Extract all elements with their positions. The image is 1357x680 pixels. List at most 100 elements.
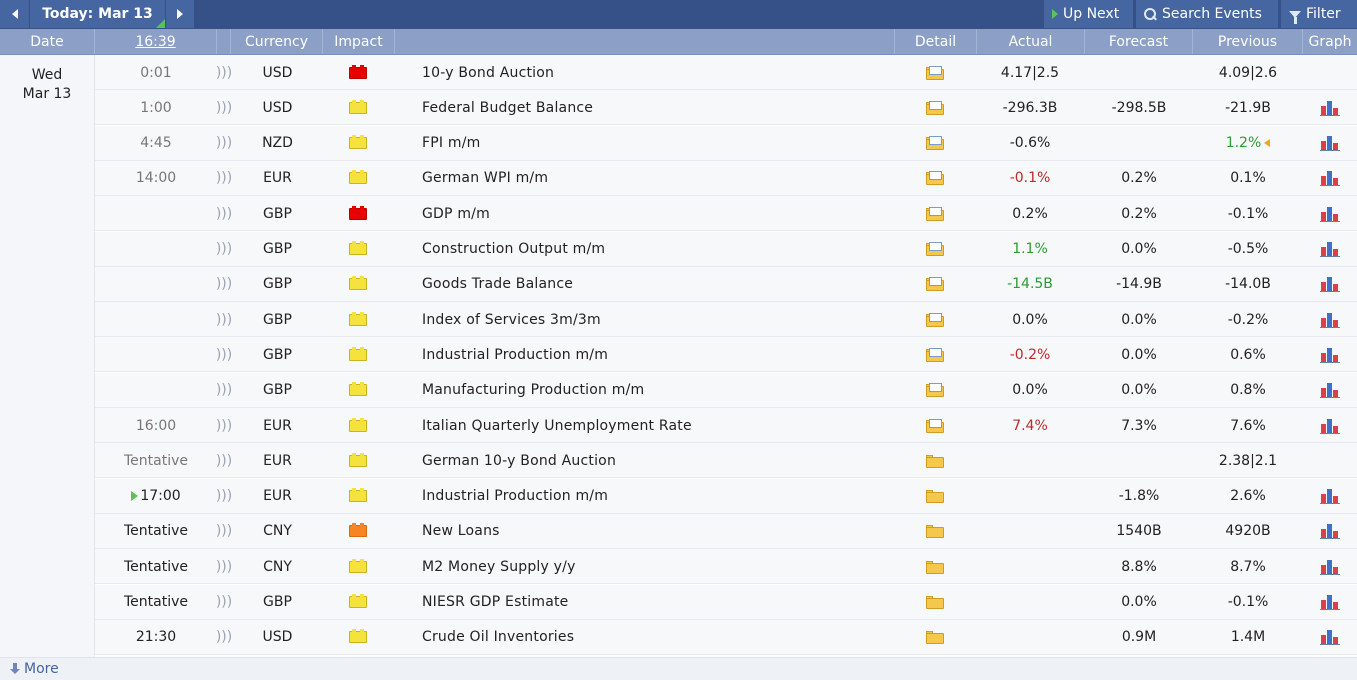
table-row[interactable]: 4:45))) NZD FPI m/m -0.6% 1.2% <box>95 125 1357 161</box>
table-row[interactable]: ))) GBP Manufacturing Production m/m 0.0% 0.… <box>95 372 1357 408</box>
event-name[interactable]: M2 Money Supply y/y <box>422 549 922 584</box>
bar-chart-icon[interactable] <box>1320 312 1340 328</box>
bar-chart-icon[interactable] <box>1320 559 1340 575</box>
event-graph[interactable] <box>1307 514 1353 549</box>
event-detail[interactable] <box>915 373 955 408</box>
bar-chart-icon[interactable] <box>1320 382 1340 399</box>
bar-chart-icon[interactable] <box>1320 629 1340 646</box>
search-events-button[interactable]: Search Events <box>1136 0 1278 28</box>
event-name[interactable]: German WPI m/m <box>422 161 922 196</box>
event-detail[interactable] <box>915 479 955 514</box>
event-graph[interactable] <box>1307 585 1353 620</box>
table-row[interactable]: 0:01))) USD 10-y Bond Auction 4.17|2.5 4.09|… <box>95 55 1357 90</box>
event-graph[interactable] <box>1307 302 1353 337</box>
event-detail[interactable] <box>915 232 955 267</box>
bar-chart-icon[interactable] <box>1320 347 1340 363</box>
event-name[interactable]: Industrial Production m/m <box>422 337 922 372</box>
table-row[interactable]: ))) GBP GDP m/m 0.2% 0.2% -0.1% <box>95 196 1357 232</box>
event-detail[interactable] <box>915 337 955 372</box>
folder-icon[interactable] <box>926 418 944 433</box>
sound-alert-icon[interactable]: ))) <box>216 267 232 302</box>
folder-icon[interactable] <box>926 560 944 574</box>
event-detail[interactable] <box>915 267 955 302</box>
event-graph[interactable] <box>1307 337 1353 372</box>
event-detail[interactable] <box>915 408 955 443</box>
event-name[interactable]: German 10-y Bond Auction <box>422 443 922 478</box>
folder-icon[interactable] <box>926 206 944 221</box>
filter-button[interactable]: Filter <box>1281 0 1357 28</box>
table-row[interactable]: Tentative))) EUR German 10-y Bond Auction 2… <box>95 443 1357 479</box>
folder-icon[interactable] <box>926 347 944 362</box>
folder-icon[interactable] <box>926 630 944 645</box>
table-row[interactable]: ))) GBP Index of Services 3m/3m 0.0% 0.0% -0.… <box>95 302 1357 338</box>
table-row[interactable]: 1:00))) USD Federal Budget Balance -296.3B -… <box>95 90 1357 126</box>
current-time-link[interactable]: 16:39 <box>135 34 175 50</box>
sound-alert-icon[interactable]: ))) <box>216 232 232 267</box>
folder-icon[interactable] <box>926 242 944 256</box>
event-name[interactable]: Construction Output m/m <box>422 232 922 267</box>
bar-chart-icon[interactable] <box>1320 241 1340 257</box>
event-detail[interactable] <box>915 302 955 337</box>
table-row[interactable]: 21:30))) USD Crude Oil Inventories 0.9M 1.4M <box>95 619 1357 655</box>
event-detail[interactable] <box>915 514 955 549</box>
bar-chart-icon[interactable] <box>1320 594 1340 610</box>
bar-chart-icon[interactable] <box>1320 170 1340 187</box>
next-day-button[interactable] <box>166 0 194 28</box>
bar-chart-icon[interactable] <box>1320 418 1340 434</box>
sound-alert-icon[interactable]: ))) <box>216 90 232 125</box>
sound-alert-icon[interactable]: ))) <box>216 55 232 90</box>
event-name[interactable]: Federal Budget Balance <box>422 90 922 125</box>
folder-icon[interactable] <box>926 136 944 151</box>
event-name[interactable]: NIESR GDP Estimate <box>422 585 922 620</box>
event-graph[interactable] <box>1307 196 1353 231</box>
sound-alert-icon[interactable]: ))) <box>216 373 232 408</box>
event-detail[interactable] <box>915 90 955 125</box>
event-name[interactable]: New Loans <box>422 514 922 549</box>
event-graph[interactable] <box>1307 549 1353 584</box>
table-row[interactable]: ))) GBP Construction Output m/m 1.1% 0.0% -0.… <box>95 231 1357 267</box>
table-row[interactable]: ))) GBP Goods Trade Balance -14.5B -14.9B -14… <box>95 266 1357 302</box>
bar-chart-icon[interactable] <box>1320 488 1340 505</box>
folder-icon[interactable] <box>926 277 944 292</box>
event-name[interactable]: Goods Trade Balance <box>422 267 922 302</box>
sound-alert-icon[interactable]: ))) <box>216 549 232 584</box>
folder-icon[interactable] <box>926 489 944 504</box>
table-row[interactable]: 17:00))) EUR Industrial Production m/m -1.8… <box>95 478 1357 514</box>
table-row[interactable]: Tentative))) CNY New Loans 1540B 4920B <box>95 513 1357 549</box>
sound-alert-icon[interactable]: ))) <box>216 196 232 231</box>
more-link[interactable]: More <box>10 661 59 677</box>
bar-chart-icon[interactable] <box>1320 206 1340 222</box>
up-next-button[interactable]: Up Next <box>1044 0 1133 28</box>
event-detail[interactable] <box>915 620 955 655</box>
bar-chart-icon[interactable] <box>1320 135 1340 152</box>
table-row[interactable]: Tentative))) GBP NIESR GDP Estimate 0.0% -0.… <box>95 584 1357 620</box>
event-detail[interactable] <box>915 443 955 478</box>
sound-alert-icon[interactable]: ))) <box>216 620 232 655</box>
event-detail[interactable] <box>915 585 955 620</box>
today-button[interactable]: Today: Mar 13 <box>30 0 165 28</box>
folder-icon[interactable] <box>926 595 944 609</box>
folder-icon[interactable] <box>926 312 944 327</box>
event-graph[interactable] <box>1307 620 1353 655</box>
sound-alert-icon[interactable]: ))) <box>216 585 232 620</box>
folder-icon[interactable] <box>926 171 944 186</box>
sound-alert-icon[interactable]: ))) <box>216 126 232 161</box>
bar-chart-icon[interactable] <box>1320 523 1340 540</box>
previous-day-button[interactable] <box>0 0 29 28</box>
sound-alert-icon[interactable]: ))) <box>216 337 232 372</box>
event-detail[interactable] <box>915 126 955 161</box>
sound-alert-icon[interactable]: ))) <box>216 408 232 443</box>
folder-icon[interactable] <box>926 524 944 539</box>
event-graph[interactable] <box>1307 90 1353 125</box>
table-row[interactable]: 16:00))) EUR Italian Quarterly Unemploymen… <box>95 408 1357 443</box>
table-row[interactable]: ))) GBP Industrial Production m/m -0.2% 0.0%… <box>95 337 1357 373</box>
table-row[interactable]: Tentative))) CNY M2 Money Supply y/y 8.8% 8.… <box>95 549 1357 585</box>
event-name[interactable]: Crude Oil Inventories <box>422 620 922 655</box>
sound-alert-icon[interactable]: ))) <box>216 302 232 337</box>
event-name[interactable]: Italian Quarterly Unemployment Rate <box>422 408 922 443</box>
sound-alert-icon[interactable]: ))) <box>216 479 232 514</box>
event-graph[interactable] <box>1307 479 1353 514</box>
sound-alert-icon[interactable]: ))) <box>216 161 232 196</box>
event-graph[interactable] <box>1307 126 1353 161</box>
event-name[interactable]: Manufacturing Production m/m <box>422 373 922 408</box>
